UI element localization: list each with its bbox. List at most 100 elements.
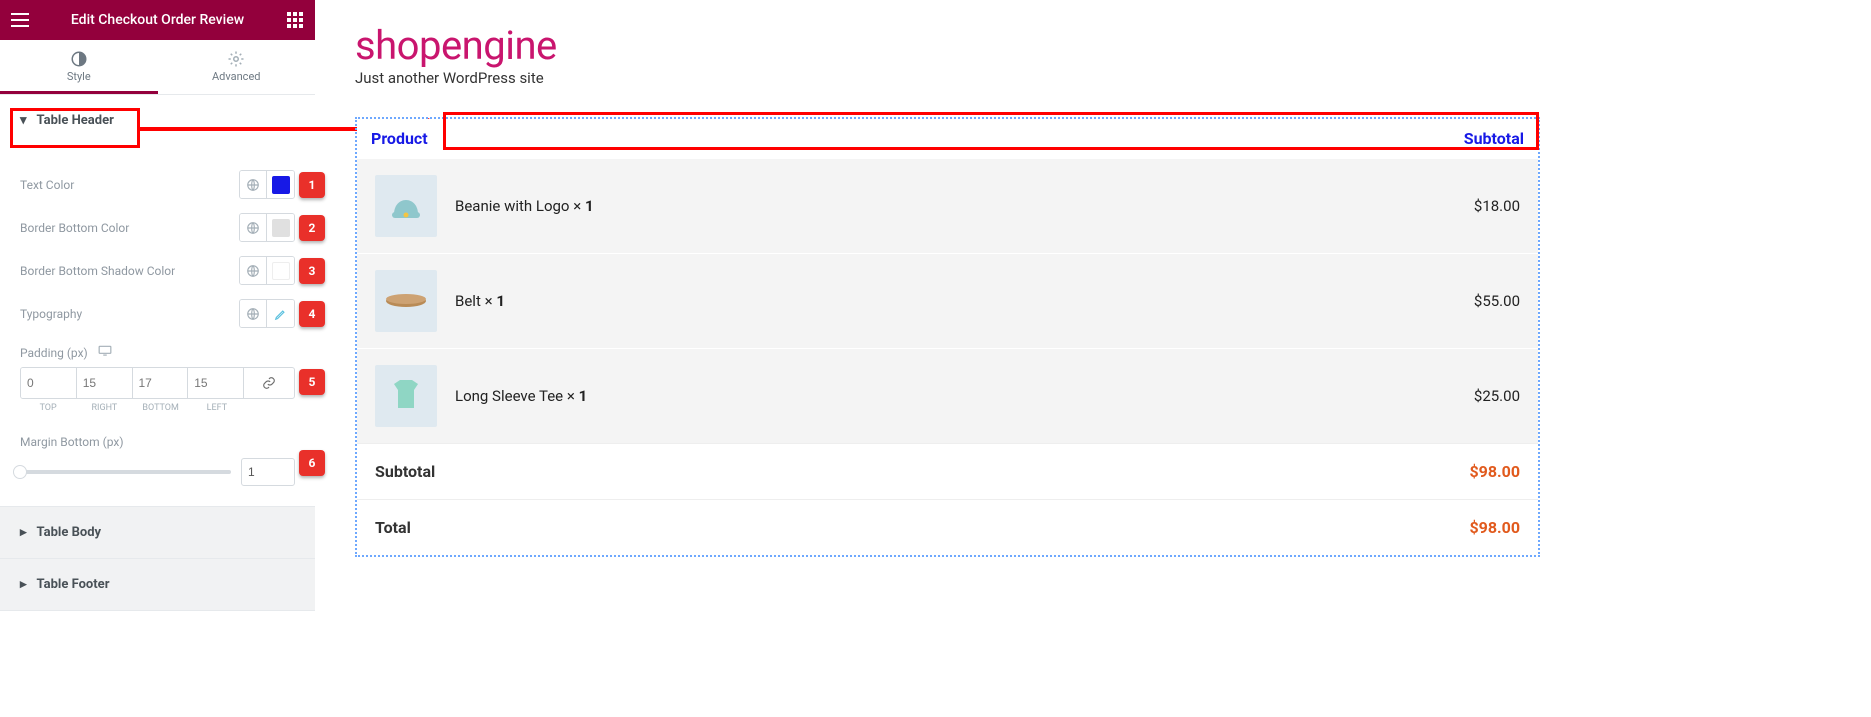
tab-advanced[interactable]: Advanced bbox=[158, 40, 316, 94]
control-border-bottom-color: Border Bottom Color 2 bbox=[20, 213, 295, 242]
control-padding: Padding (px) TOP RIGHT BOTTOM bbox=[20, 342, 295, 413]
order-table-header: Product Subtotal bbox=[357, 119, 1538, 158]
product-thumb bbox=[375, 365, 437, 427]
margin-bottom-input[interactable] bbox=[241, 458, 295, 486]
typography-picker[interactable] bbox=[239, 299, 295, 328]
globe-icon bbox=[240, 300, 267, 327]
control-margin-bottom-label: Margin Bottom (px) bbox=[20, 435, 124, 449]
order-review-table: Product Subtotal Beanie with Logo × 1 $1… bbox=[355, 117, 1540, 557]
control-border-bottom-shadow-color-label: Border Bottom Shadow Color bbox=[20, 264, 175, 278]
gear-icon bbox=[227, 50, 245, 68]
pencil-icon bbox=[267, 300, 294, 327]
order-table-body: Beanie with Logo × 1 $18.00 Belt × 1 $55… bbox=[357, 158, 1538, 443]
section-table-body-toggle[interactable]: ▸ Table Body bbox=[0, 507, 315, 558]
tee-icon bbox=[384, 374, 428, 418]
product-price: $25.00 bbox=[1474, 387, 1520, 405]
style-icon bbox=[70, 50, 88, 68]
belt-icon bbox=[383, 291, 429, 311]
product-name: Beanie with Logo × 1 bbox=[455, 197, 1474, 215]
section-table-body: ▸ Table Body bbox=[0, 507, 315, 559]
product-name: Belt × 1 bbox=[455, 292, 1474, 310]
order-header-product: Product bbox=[371, 129, 428, 148]
section-table-header-controls: Text Color 1 Border Bottom Color bbox=[0, 146, 315, 506]
globe-icon bbox=[240, 257, 267, 284]
border-bottom-color-picker[interactable] bbox=[239, 213, 295, 242]
beanie-icon bbox=[386, 186, 426, 226]
caret-right-icon: ▸ bbox=[20, 577, 27, 592]
globe-icon bbox=[240, 214, 267, 241]
product-price: $18.00 bbox=[1474, 197, 1520, 215]
order-total-row: Total $98.00 bbox=[357, 499, 1538, 555]
table-row: Beanie with Logo × 1 $18.00 bbox=[357, 158, 1538, 253]
annotation-badge-6: 6 bbox=[299, 450, 325, 476]
control-padding-label: Padding (px) bbox=[20, 346, 88, 360]
border-bottom-shadow-color-picker[interactable] bbox=[239, 256, 295, 285]
padding-bottom-input[interactable] bbox=[133, 368, 188, 398]
padding-inputs bbox=[20, 367, 295, 399]
order-subtotal-value: $98.00 bbox=[1469, 462, 1520, 481]
tab-advanced-label: Advanced bbox=[158, 70, 316, 83]
control-typography: Typography 4 bbox=[20, 299, 295, 328]
annotation-badge-1: 1 bbox=[299, 172, 325, 198]
order-header-subtotal: Subtotal bbox=[1464, 129, 1524, 148]
text-color-swatch bbox=[272, 176, 290, 194]
editor-title: Edit Checkout Order Review bbox=[40, 12, 275, 28]
annotation-badge-3: 3 bbox=[299, 258, 325, 284]
padding-top-sublabel: TOP bbox=[20, 403, 76, 413]
slider-thumb[interactable] bbox=[13, 465, 27, 479]
product-thumb bbox=[375, 270, 437, 332]
section-table-footer-toggle[interactable]: ▸ Table Footer bbox=[0, 559, 315, 610]
annotation-badge-5: 5 bbox=[299, 369, 325, 395]
globe-icon bbox=[240, 171, 267, 198]
section-table-body-label: Table Body bbox=[37, 525, 102, 540]
table-row: Belt × 1 $55.00 bbox=[357, 253, 1538, 348]
order-total-value: $98.00 bbox=[1469, 518, 1520, 537]
padding-bottom-sublabel: BOTTOM bbox=[133, 403, 189, 413]
product-price: $55.00 bbox=[1474, 292, 1520, 310]
control-typography-label: Typography bbox=[20, 307, 82, 321]
order-subtotal-label: Subtotal bbox=[375, 462, 435, 481]
apps-button[interactable] bbox=[275, 0, 315, 40]
annotation-badge-4: 4 bbox=[299, 301, 325, 327]
editor-topbar: Edit Checkout Order Review bbox=[0, 0, 315, 40]
margin-bottom-slider[interactable] bbox=[20, 470, 231, 474]
table-row: Long Sleeve Tee × 1 $25.00 bbox=[357, 348, 1538, 443]
grid-icon bbox=[287, 12, 303, 28]
padding-left-input[interactable] bbox=[188, 368, 243, 398]
tab-style[interactable]: Style bbox=[0, 40, 158, 94]
padding-sublabels: TOP RIGHT BOTTOM LEFT bbox=[20, 403, 295, 413]
desktop-icon[interactable] bbox=[98, 342, 112, 361]
padding-right-sublabel: RIGHT bbox=[76, 403, 132, 413]
hamburger-icon bbox=[11, 13, 29, 27]
order-subtotal-row: Subtotal $98.00 bbox=[357, 443, 1538, 499]
menu-button[interactable] bbox=[0, 0, 40, 40]
padding-top-input[interactable] bbox=[21, 368, 76, 398]
annotation-badge-2: 2 bbox=[299, 215, 325, 241]
order-total-label: Total bbox=[375, 518, 411, 537]
padding-right-input[interactable] bbox=[77, 368, 132, 398]
product-thumb bbox=[375, 175, 437, 237]
control-margin-bottom: Margin Bottom (px) 6 bbox=[20, 431, 295, 486]
site-title: shopengine bbox=[355, 22, 1871, 69]
padding-left-sublabel: LEFT bbox=[189, 403, 245, 413]
control-text-color-label: Text Color bbox=[20, 178, 74, 192]
control-border-bottom-shadow-color: Border Bottom Shadow Color 3 bbox=[20, 256, 295, 285]
caret-right-icon: ▸ bbox=[20, 525, 27, 540]
editor-tabs: Style Advanced bbox=[0, 40, 315, 95]
border-bottom-shadow-color-swatch bbox=[272, 262, 290, 280]
text-color-picker[interactable] bbox=[239, 170, 295, 199]
annotation-highlight-section bbox=[10, 108, 140, 148]
product-name: Long Sleeve Tee × 1 bbox=[455, 387, 1474, 405]
section-table-header: ▾ Table Header Text Color 1 Border Botto… bbox=[0, 95, 315, 507]
link-icon bbox=[262, 376, 276, 390]
editor-sidebar: Edit Checkout Order Review Style Advance… bbox=[0, 0, 315, 611]
tab-style-label: Style bbox=[0, 70, 158, 83]
section-table-footer: ▸ Table Footer bbox=[0, 559, 315, 611]
preview-area: shopengine Just another WordPress site P… bbox=[355, 22, 1871, 557]
border-bottom-color-swatch bbox=[272, 219, 290, 237]
site-tagline: Just another WordPress site bbox=[355, 69, 1871, 87]
section-table-footer-label: Table Footer bbox=[37, 577, 110, 592]
control-border-bottom-color-label: Border Bottom Color bbox=[20, 221, 129, 235]
link-values-button[interactable] bbox=[244, 368, 294, 398]
control-text-color: Text Color 1 bbox=[20, 170, 295, 199]
